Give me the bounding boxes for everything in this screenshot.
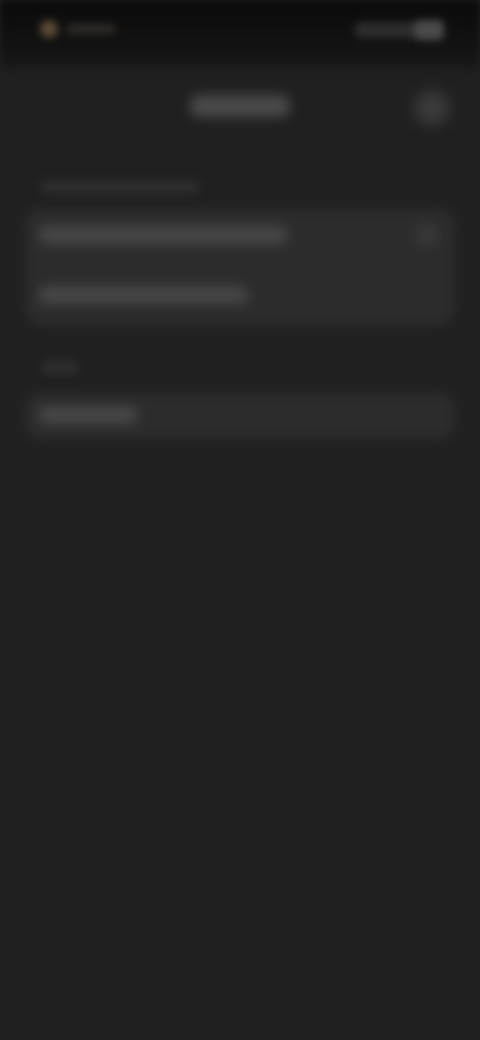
- section-label: [40, 180, 200, 194]
- app-screen: [0, 0, 480, 1040]
- battery-icon: [414, 20, 444, 40]
- settings-card: [24, 208, 456, 326]
- app-indicator-icon: [40, 20, 58, 38]
- list-item[interactable]: [38, 406, 138, 424]
- status-bar: [0, 0, 480, 70]
- page-title: [190, 95, 290, 117]
- settings-card: [24, 392, 456, 440]
- list-item[interactable]: [38, 226, 288, 244]
- more-icon[interactable]: [414, 90, 450, 126]
- list-item[interactable]: [38, 286, 248, 304]
- section-label: [40, 360, 80, 374]
- status-text: [66, 24, 116, 34]
- header: [0, 80, 480, 136]
- chevron-right-icon[interactable]: [416, 224, 438, 246]
